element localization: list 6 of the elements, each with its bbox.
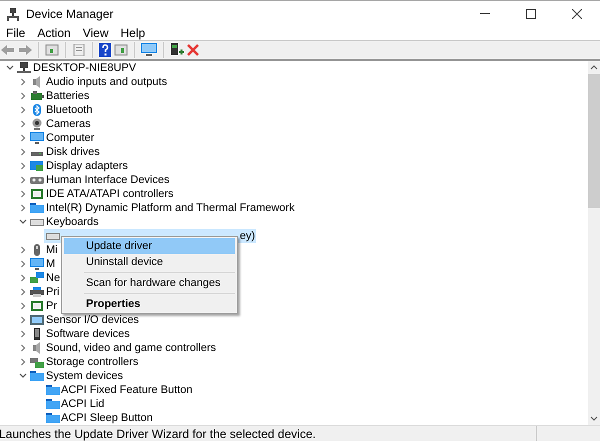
tree-item-label: ey) [240,228,256,244]
tree-item-label: ACPI Lid [60,396,104,412]
tree-item-label: ACPI Sleep Button [60,410,153,425]
tree-item-label: ACPI Fixed Feature Button [60,382,192,398]
window-title: Device Manager [26,6,114,22]
status-bar-text: Launches the Update Driver Wizard for the selected device. [0,426,317,442]
